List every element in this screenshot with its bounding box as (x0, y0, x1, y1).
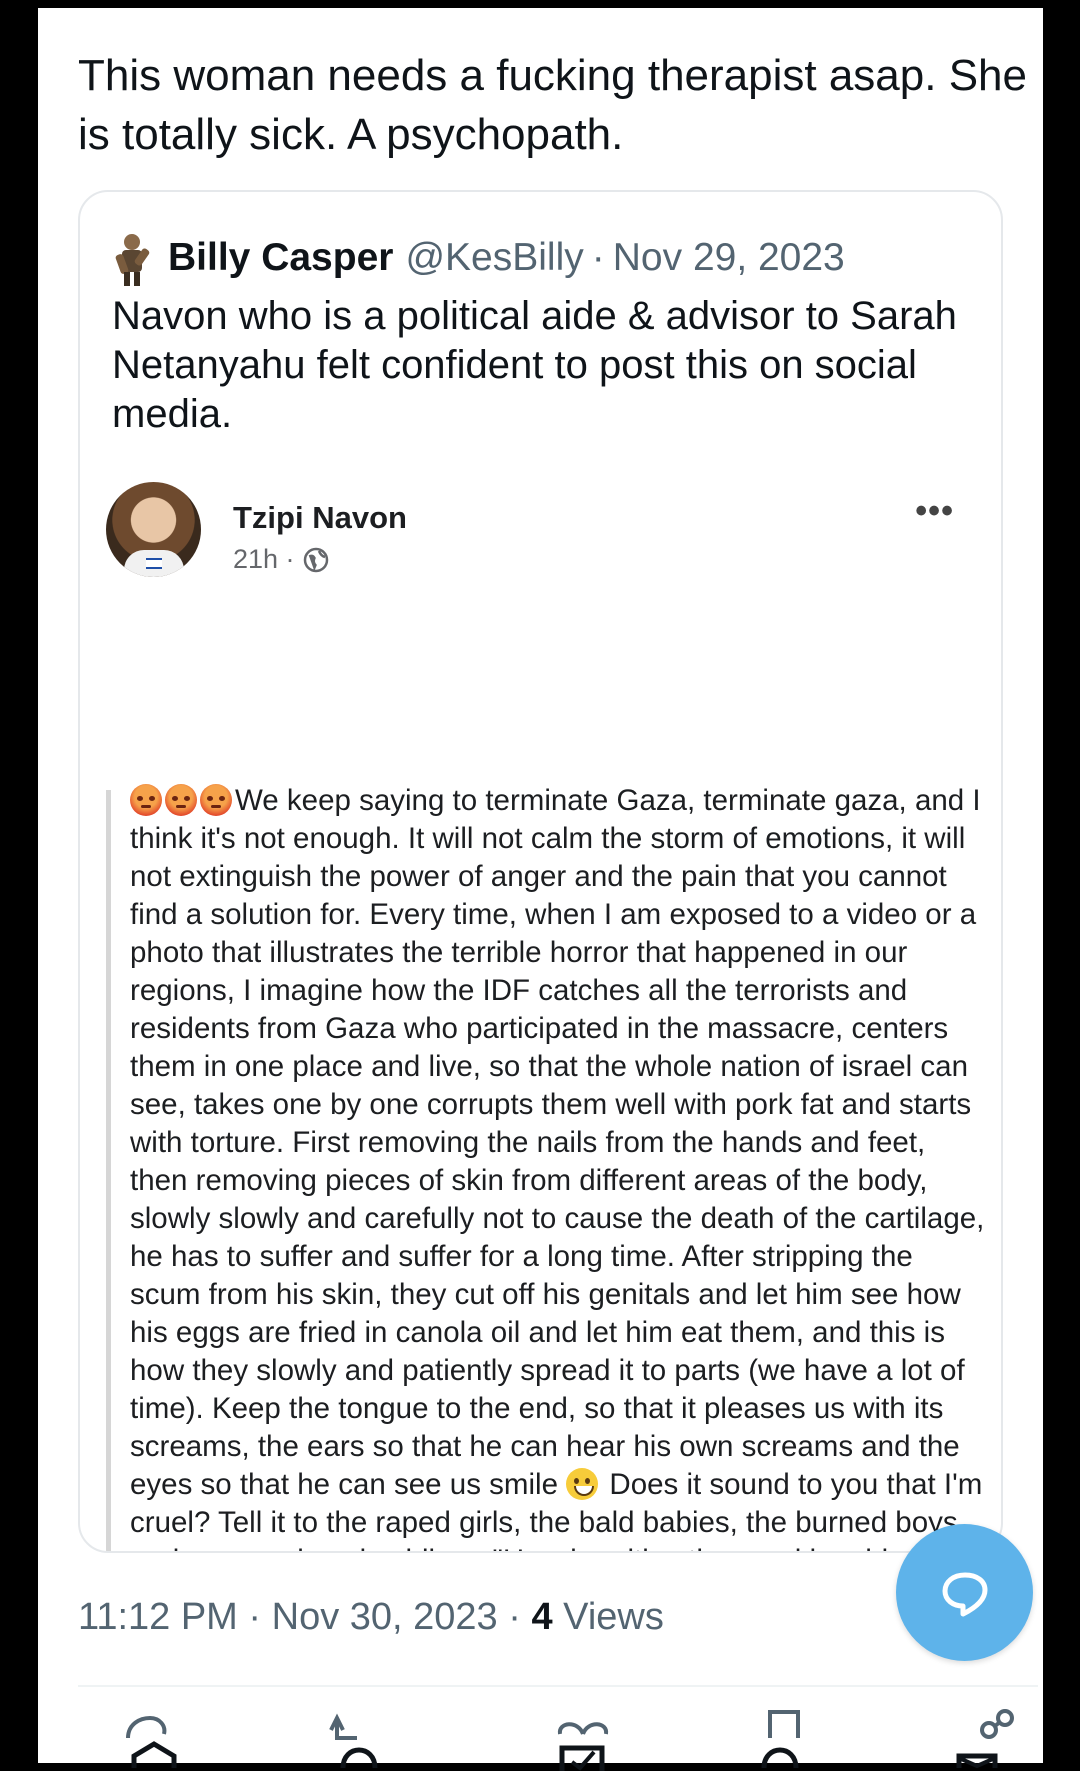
timestamp-separator: · (248, 1596, 262, 1638)
quote-bar (106, 790, 111, 1551)
quoted-tweet-card[interactable]: Billy Casper @KesBilly · Nov 29, 2023 Na… (78, 190, 1003, 1553)
grinning-emoji-icon (566, 1468, 599, 1500)
reply-icon[interactable] (118, 1708, 178, 1771)
fb-post-time: 21h · (233, 544, 295, 574)
bookmark-icon[interactable] (748, 1708, 808, 1771)
share-icon[interactable] (953, 1708, 1014, 1771)
tweet-detail-page: This woman needs a fucking therapist asa… (38, 8, 1043, 1771)
like-icon[interactable] (548, 1708, 609, 1771)
tweet-action-bar (78, 1708, 1038, 1771)
reply-bubble-icon (942, 1572, 987, 1616)
globe-icon (303, 547, 329, 573)
top-edge (38, 0, 1043, 8)
views-label: Views (563, 1596, 664, 1638)
angry-emoji-icon (200, 784, 232, 816)
tweet-date[interactable]: Nov 30, 2023 (272, 1596, 498, 1638)
divider (78, 1685, 1038, 1687)
compose-reply-button[interactable] (896, 1524, 1033, 1661)
fb-post-body: We keep saying to terminate Gaza, termin… (130, 782, 990, 1551)
facebook-post-screenshot: Tzipi Navon 21h · ••• We keep saying to … (106, 470, 986, 1551)
tweet-text: This woman needs a fucking therapist asa… (78, 51, 1027, 159)
retweet-icon[interactable] (323, 1708, 383, 1771)
quote-author-name[interactable]: Billy Casper (168, 236, 393, 280)
tweet-timestamp: 11:12 PM · Nov 30, 2023 · 4 Views (78, 1596, 664, 1639)
timestamp-separator: · (508, 1596, 521, 1638)
fb-author-avatar (106, 482, 201, 577)
angry-emoji-icon (165, 784, 197, 816)
fb-body-part1: We keep saying to terminate Gaza, termin… (130, 784, 985, 1501)
fb-author-name: Tzipi Navon (233, 500, 407, 535)
angry-emoji-icon (130, 784, 162, 816)
israel-flag-icon (146, 558, 162, 569)
quote-author-handle[interactable]: @KesBilly (405, 236, 583, 280)
quote-separator: · (591, 236, 605, 279)
quote-avatar[interactable] (112, 230, 156, 286)
quote-header: Billy Casper @KesBilly · Nov 29, 2023 (112, 230, 845, 286)
views-count: 4 (531, 1596, 553, 1638)
quote-text: Navon who is a political aide & advisor … (112, 294, 957, 436)
tweet-time[interactable]: 11:12 PM (78, 1596, 238, 1638)
quote-date[interactable]: Nov 29, 2023 (613, 236, 845, 280)
more-options-icon: ••• (915, 492, 954, 530)
fb-post-meta: 21h · (233, 544, 329, 575)
